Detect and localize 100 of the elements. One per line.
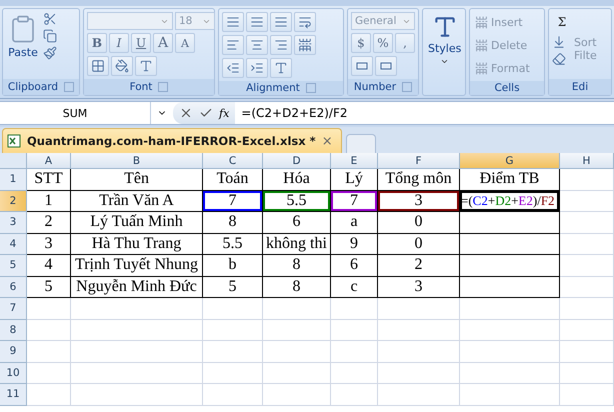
fill-color-button[interactable] — [111, 56, 133, 76]
formula-field[interactable]: =(C2+D2+E2)/F2 — [235, 106, 348, 120]
row-header[interactable]: 10 — [0, 362, 27, 384]
table-cell: 5 — [27, 276, 71, 298]
decrease-indent-button[interactable] — [222, 58, 244, 78]
table-icon — [475, 38, 488, 52]
close-button[interactable]: × — [322, 134, 333, 148]
row-header[interactable]: 2 — [0, 190, 27, 212]
formula-cell[interactable]: =(C2+D2+E2)/F2 — [460, 190, 560, 212]
align-right-icon — [274, 38, 288, 52]
table-cell: 8 — [263, 255, 331, 276]
align-bottom-button[interactable] — [270, 12, 292, 32]
increase-decimal-button[interactable] — [351, 56, 373, 76]
align-right-button[interactable] — [270, 35, 292, 55]
letter-icon — [139, 59, 153, 73]
table-cell: 8 — [263, 276, 331, 298]
column-header[interactable]: E — [331, 153, 378, 169]
decrease-decimal-button[interactable] — [375, 56, 397, 76]
align-left-button[interactable] — [222, 35, 244, 55]
copy-icon[interactable] — [43, 29, 57, 43]
table-cell: 3 — [27, 234, 71, 255]
table-cell: 4 — [27, 255, 71, 276]
new-tab-button[interactable] — [346, 134, 376, 153]
align-center-button[interactable] — [246, 35, 268, 55]
row-header[interactable]: 7 — [0, 298, 27, 320]
row-header[interactable]: 11 — [0, 384, 27, 406]
underline-button[interactable]: U — [131, 33, 151, 53]
cut-icon[interactable] — [43, 12, 57, 26]
lines-icon — [274, 15, 288, 29]
table-cell: 6 — [263, 212, 331, 234]
group-label: Cells — [470, 81, 544, 95]
row-header[interactable]: 6 — [0, 276, 27, 298]
font-name-field[interactable] — [87, 12, 173, 30]
table-cell: 5 — [203, 276, 263, 298]
column-header[interactable]: G — [460, 153, 560, 169]
bold-button[interactable]: B — [87, 33, 107, 53]
font-color-button[interactable] — [135, 56, 157, 76]
table-cell: 8 — [203, 212, 263, 234]
merge-icon — [298, 38, 312, 52]
row-header[interactable]: 4 — [0, 234, 27, 255]
empty-cell[interactable] — [460, 212, 560, 234]
empty-cell[interactable] — [460, 234, 560, 255]
column-header[interactable]: F — [378, 153, 460, 169]
select-all-corner[interactable] — [0, 153, 27, 169]
row-header[interactable]: 8 — [0, 320, 27, 341]
column-header[interactable]: B — [71, 153, 203, 169]
eraser-icon[interactable] — [552, 52, 566, 66]
name-box[interactable]: SUM — [0, 102, 151, 124]
paste-button[interactable]: Paste — [6, 12, 40, 76]
merge-button[interactable] — [294, 35, 316, 55]
row-header[interactable]: 3 — [0, 212, 27, 234]
grow-font-button[interactable]: A — [153, 33, 173, 53]
table-cell: STT — [27, 169, 71, 190]
table-cell: Toán — [203, 169, 263, 190]
italic-button[interactable]: I — [109, 33, 129, 53]
dialog-launcher-icon[interactable] — [64, 82, 74, 92]
workbook-tab[interactable]: Quantrimang.com-ham-IFERROR-Excel.xlsx * × — [2, 128, 342, 153]
dialog-launcher-icon[interactable] — [402, 82, 412, 92]
table-cell: 0 — [378, 234, 460, 255]
shrink-font-button[interactable]: A — [175, 33, 195, 53]
borders-button[interactable] — [87, 56, 109, 76]
row-header[interactable]: 9 — [0, 341, 27, 362]
table-cell: 3 — [378, 276, 460, 298]
currency-button[interactable]: $ — [351, 33, 371, 53]
table-cell: Tên — [71, 169, 203, 190]
align-middle-button[interactable] — [246, 12, 268, 32]
group-label: Number — [348, 79, 418, 95]
row-header[interactable]: 1 — [0, 169, 27, 190]
sum-button[interactable]: Σ — [552, 12, 572, 32]
column-header[interactable]: H — [560, 153, 614, 169]
align-top-button[interactable] — [222, 12, 244, 32]
cancel-icon[interactable] — [179, 106, 193, 120]
table-cell: b — [203, 255, 263, 276]
styles-button[interactable]: Styles — [426, 12, 464, 92]
table-cell: Hóa — [263, 169, 331, 190]
table-icon — [475, 16, 488, 28]
dialog-launcher-icon[interactable] — [306, 83, 316, 93]
percent-button[interactable]: % — [373, 33, 393, 53]
table-cell: 5.5 — [263, 190, 331, 212]
table-icon — [475, 62, 488, 74]
empty-cell[interactable] — [460, 255, 560, 276]
comma-button[interactable]: , — [395, 33, 415, 53]
increase-indent-button[interactable] — [246, 58, 268, 78]
table-cell: c — [331, 276, 378, 298]
table-cell: 2 — [378, 255, 460, 276]
table-cell: Lý — [331, 169, 378, 190]
dropdown-icon — [440, 57, 450, 66]
dialog-launcher-icon[interactable] — [158, 82, 168, 92]
column-header[interactable]: C — [203, 153, 263, 169]
row-header[interactable]: 5 — [0, 255, 27, 276]
wrap-text-button[interactable] — [294, 12, 316, 32]
paint-bucket-icon — [115, 59, 129, 73]
brush-icon[interactable] — [43, 46, 57, 60]
orientation-button[interactable] — [270, 58, 292, 78]
group-label: Alignment — [219, 81, 343, 95]
insert-function-button[interactable]: fx — [219, 106, 230, 120]
empty-cell[interactable] — [460, 276, 560, 298]
table-cell: Điểm TB — [460, 169, 560, 190]
column-header[interactable]: A — [27, 153, 71, 169]
column-header[interactable]: D — [263, 153, 331, 169]
